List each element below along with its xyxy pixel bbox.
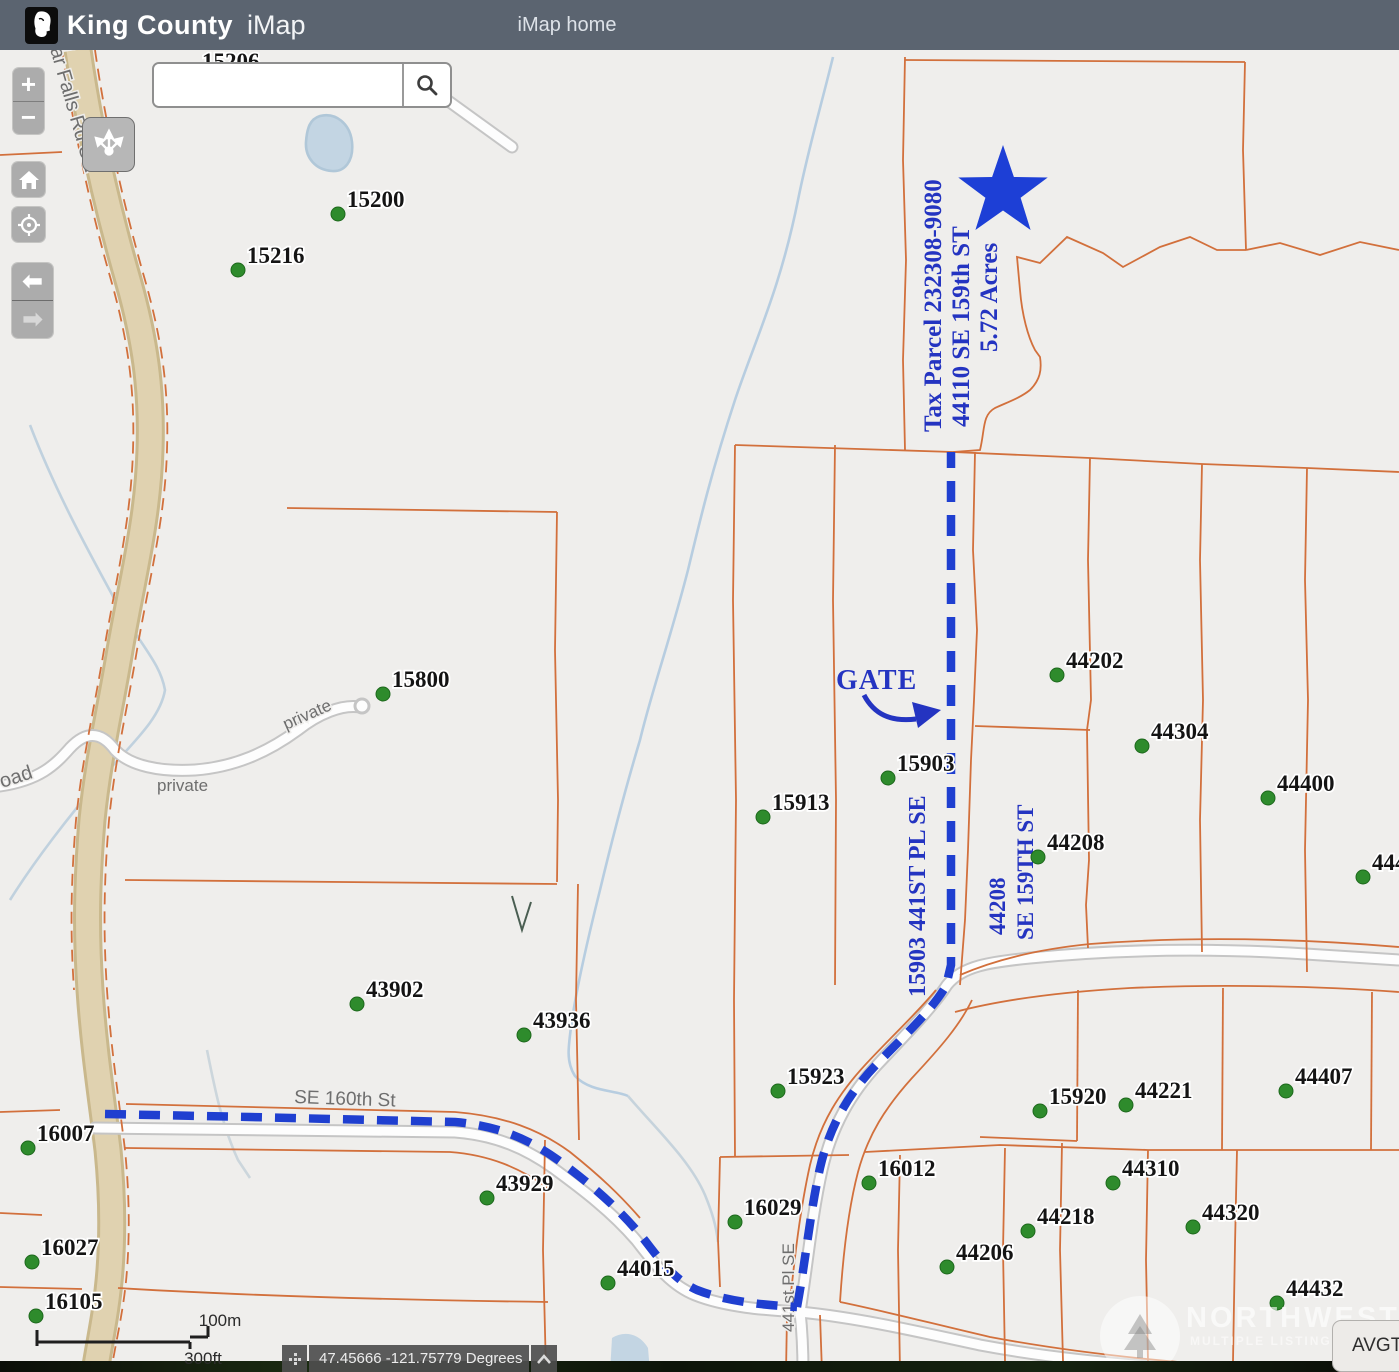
- parcel-number-text: 16007: [37, 1121, 95, 1146]
- home-icon: [18, 169, 40, 191]
- parcel-point-icon: [1106, 1176, 1120, 1190]
- parcel-number-text: 44432: [1286, 1276, 1344, 1301]
- search-icon: [415, 73, 439, 97]
- parcel-number-text: 44407: [1295, 1064, 1353, 1089]
- gate-label: GATE: [836, 665, 917, 696]
- pond: [306, 115, 352, 171]
- coordinate-readout: 47.45666 -121.75779 Degrees: [309, 1345, 529, 1372]
- brand-title: King County: [67, 10, 233, 41]
- parcel-point-icon: [21, 1141, 35, 1155]
- parcel-number-text: 16027: [41, 1235, 99, 1260]
- coordinate-crosshair-icon[interactable]: [282, 1345, 307, 1372]
- app-title: iMap: [247, 10, 306, 41]
- parcel-number-text: 16105: [45, 1289, 103, 1314]
- addr-label-line2: SE 159TH ST: [1013, 805, 1038, 941]
- parcel-number-text: 15920: [1049, 1084, 1107, 1109]
- parcel-number-text: 15800: [392, 667, 450, 692]
- road-culdesac: [355, 699, 369, 713]
- scale-imperial-label: 300ft: [184, 1349, 222, 1368]
- parcel-number-text: 44218: [1037, 1204, 1095, 1229]
- chevron-up-icon[interactable]: [531, 1345, 557, 1372]
- parcel-number-text: 44202: [1066, 648, 1124, 673]
- parcel-number-text: 16012: [878, 1156, 936, 1181]
- road-name-label: SE 160th St: [294, 1087, 397, 1112]
- parcel-point-icon: [728, 1215, 742, 1229]
- drive-address-label: 15903 441ST PL SE: [905, 795, 931, 997]
- pan-tool-icon: [92, 128, 126, 162]
- parcel-point-icon: [1261, 791, 1275, 805]
- map-background: [0, 0, 1399, 1372]
- parcel-number-text: 15913: [772, 790, 830, 815]
- parcel-number-text: 16029: [744, 1195, 802, 1220]
- search-button[interactable]: [402, 64, 450, 106]
- parcel-point-icon: [331, 207, 345, 221]
- parcel-point-icon: [1021, 1224, 1035, 1238]
- pan-tool-button[interactable]: [82, 117, 135, 172]
- parcel-number-text: 44310: [1122, 1156, 1180, 1181]
- parcel-number-text: 43902: [366, 977, 424, 1002]
- parcel-point-icon: [480, 1191, 494, 1205]
- locate-me-button[interactable]: [12, 207, 45, 242]
- tax-parcel-annotation-line2: 44110 SE 159th ST: [948, 226, 975, 427]
- parcel-point-icon: [1135, 739, 1149, 753]
- parcel-number-text: 44400: [1277, 771, 1335, 796]
- parcel-number-text: 43929: [496, 1171, 554, 1196]
- parcel-number-text: 44221: [1135, 1078, 1193, 1103]
- previous-extent-button[interactable]: ⬅: [12, 263, 53, 301]
- locate-icon: [17, 213, 41, 237]
- parcel-point-icon: [601, 1276, 615, 1290]
- parcel-number-text: 43936: [533, 1008, 591, 1033]
- parcel-point-icon: [1119, 1098, 1133, 1112]
- parcel-number-text: 444: [1372, 850, 1399, 875]
- parcel-point-icon: [1033, 1104, 1047, 1118]
- parcel-point-icon: [862, 1176, 876, 1190]
- parcel-number-text: 44304: [1151, 719, 1209, 744]
- tax-parcel-annotation-line3: 5.72 Acres: [976, 242, 1003, 352]
- parcel-point-icon: [25, 1255, 39, 1269]
- parcel-number-text: 15216: [247, 243, 305, 268]
- zoom-in-button[interactable]: +: [13, 68, 44, 102]
- coordinate-bar: 47.45666 -121.75779 Degrees: [282, 1345, 557, 1372]
- map-canvas[interactable]: Cedar Falls Rd SEoadprivateprivateSE 160…: [0, 0, 1399, 1372]
- avgt-overlay-button[interactable]: AVGT: [1332, 1320, 1399, 1372]
- parcel-point-icon: [517, 1028, 531, 1042]
- tax-parcel-annotation-line1: Tax Parcel 232308-9080: [920, 179, 947, 432]
- parcel-point-icon: [350, 997, 364, 1011]
- parcel-number-text: 44206: [956, 1240, 1014, 1265]
- scale-bar: 100m 300ft: [30, 1312, 270, 1372]
- zoom-out-button[interactable]: −: [13, 102, 44, 135]
- parcel-number-text: 44320: [1202, 1200, 1260, 1225]
- parcel-number-text: 15200: [347, 187, 405, 212]
- parcel-point-icon: [1031, 850, 1045, 864]
- parcel-point-icon: [771, 1084, 785, 1098]
- parcel-point-icon: [1279, 1084, 1293, 1098]
- scale-metric-label: 100m: [199, 1312, 242, 1330]
- imap-application-window: Cedar Falls Rd SEoadprivateprivateSE 160…: [0, 0, 1399, 1372]
- king-county-logo[interactable]: [25, 7, 58, 44]
- parcel-point-icon: [881, 771, 895, 785]
- parcel-number-text: 15923: [787, 1064, 845, 1089]
- home-extent-button[interactable]: [12, 162, 45, 197]
- parcel-point-icon: [1050, 668, 1064, 682]
- parcel-point-icon: [940, 1260, 954, 1274]
- search-box: [152, 62, 452, 108]
- zoom-control: + −: [13, 68, 44, 134]
- parcel-number-text: 44208: [1047, 830, 1105, 855]
- parcel-point-icon: [1356, 870, 1370, 884]
- parcel-number-text: 15903: [897, 751, 955, 776]
- parcel-point-icon: [756, 810, 770, 824]
- parcel-point-icon: [231, 263, 245, 277]
- addr-label-line1: 44208: [985, 878, 1010, 936]
- parcel-point-icon: [1186, 1220, 1200, 1234]
- parcel-point-icon: [376, 687, 390, 701]
- road-name-label: 441st Pl SE: [779, 1243, 798, 1332]
- extent-history-control: ⬅ ➡: [12, 263, 53, 338]
- road-name-label: private: [157, 776, 208, 795]
- search-input[interactable]: [154, 64, 402, 106]
- parcel-number-text: 44015: [617, 1256, 675, 1281]
- next-extent-button[interactable]: ➡: [12, 301, 53, 338]
- imap-home-link[interactable]: iMap home: [518, 14, 617, 37]
- top-app-bar: King County iMap iMap home: [0, 0, 1399, 50]
